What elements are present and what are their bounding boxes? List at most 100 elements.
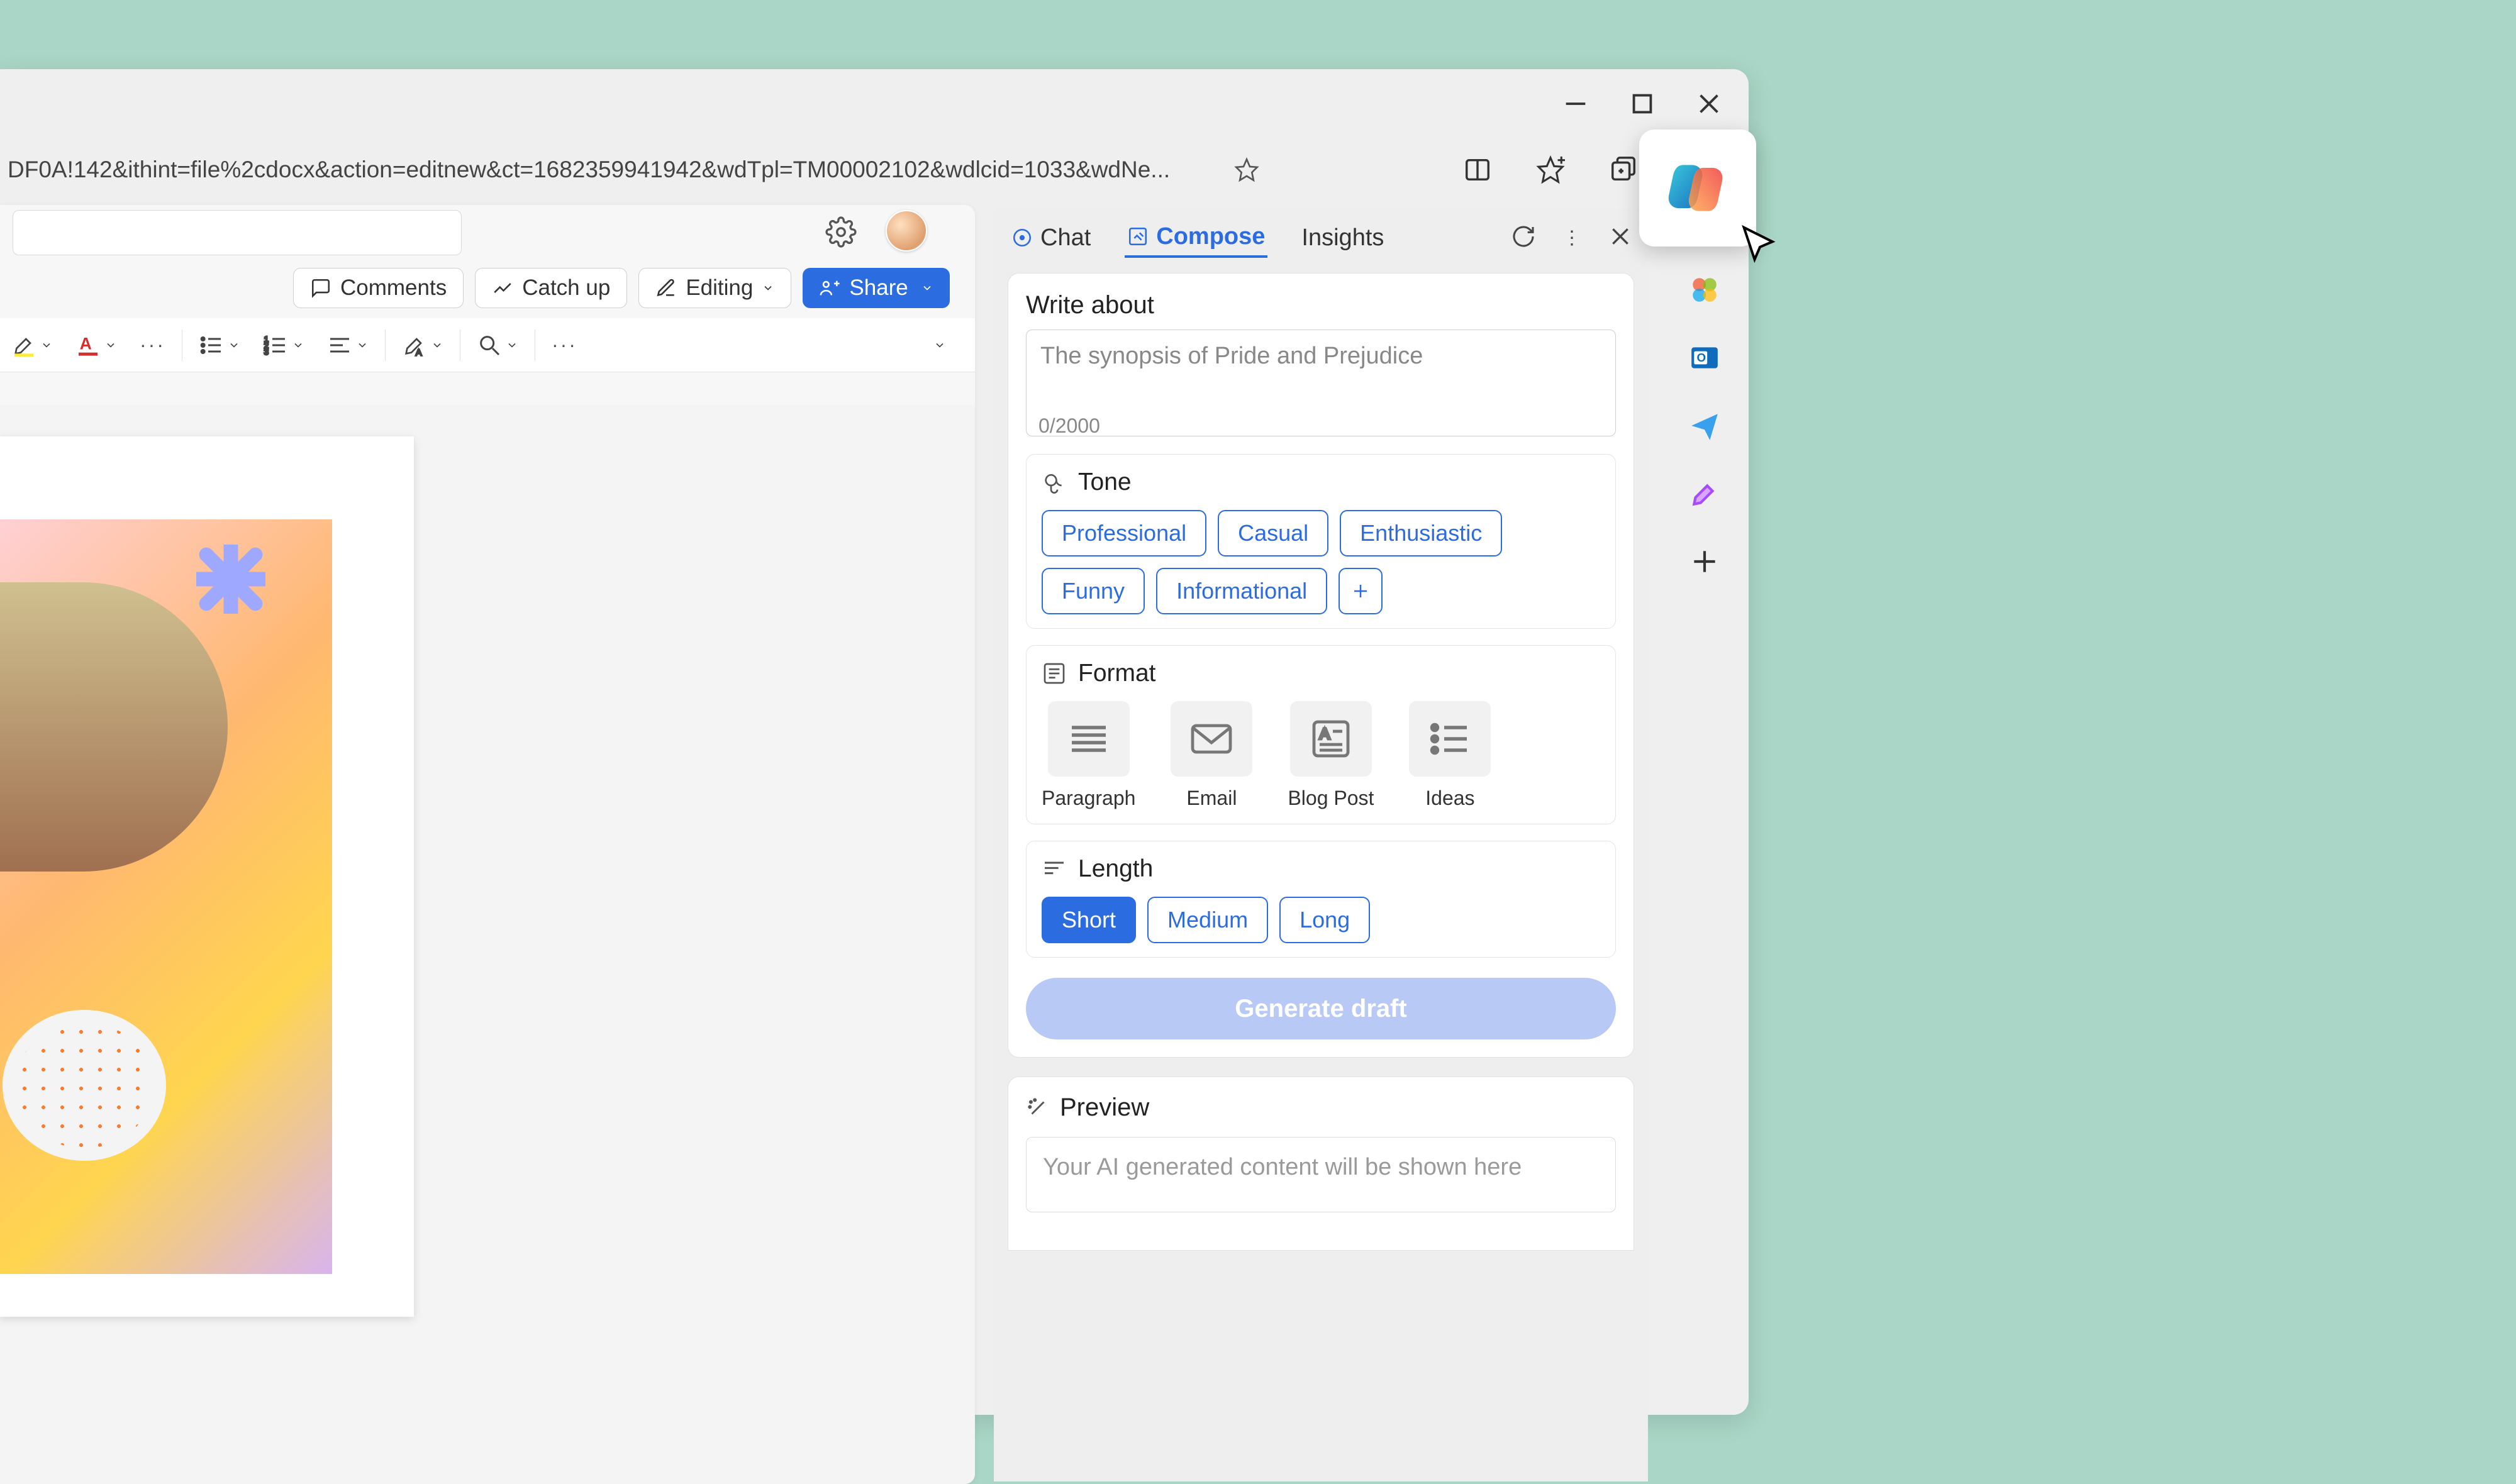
styles-button[interactable]: A	[391, 333, 455, 358]
format-paragraph[interactable]: Paragraph	[1042, 701, 1135, 810]
format-card: Format Paragraph Email A Blog Post Ideas	[1026, 645, 1616, 824]
preview-output: Your AI generated content will be shown …	[1026, 1137, 1616, 1212]
ribbon-divider	[385, 329, 386, 361]
split-screen-icon[interactable]	[1463, 155, 1492, 184]
ribbon-more-icon-2[interactable]: ···	[540, 333, 589, 357]
word-actions: Comments Catch up Editing Share	[293, 268, 950, 308]
word-search-input[interactable]	[13, 210, 462, 255]
length-chip-long[interactable]: Long	[1279, 897, 1370, 943]
editing-button[interactable]: Editing	[638, 268, 791, 308]
copilot-sidebar: Chat Compose Insights ⋮ Write about 0/20…	[994, 209, 1648, 1481]
ribbon-collapse-icon[interactable]	[922, 339, 957, 352]
catch-up-button[interactable]: Catch up	[475, 268, 627, 308]
tab-insights-label: Insights	[1301, 224, 1384, 252]
format-ideas[interactable]: Ideas	[1409, 701, 1491, 810]
tab-insights[interactable]: Insights	[1299, 219, 1386, 257]
strip-icon-designer[interactable]	[1689, 478, 1720, 509]
length-chip-short[interactable]: Short	[1042, 897, 1136, 943]
tab-chat-label: Chat	[1040, 224, 1091, 252]
dotted-blob-decoration	[3, 1010, 166, 1161]
tone-chip-informational[interactable]: Informational	[1156, 568, 1327, 614]
tone-card: Tone Professional Casual Enthusiastic Fu…	[1026, 454, 1616, 629]
format-email[interactable]: Email	[1171, 701, 1252, 810]
tab-compose[interactable]: Compose	[1125, 218, 1267, 258]
bullets-button[interactable]	[187, 333, 252, 358]
comments-button[interactable]: Comments	[293, 268, 464, 308]
preview-panel: Preview Your AI generated content will b…	[1008, 1077, 1634, 1251]
tone-chip-funny[interactable]: Funny	[1042, 568, 1145, 614]
sidebar-more-icon[interactable]: ⋮	[1562, 227, 1581, 249]
close-sidebar-icon[interactable]	[1608, 224, 1633, 252]
svg-text:O: O	[1697, 351, 1706, 364]
cursor-icon	[1739, 224, 1781, 267]
tone-icon	[1042, 470, 1067, 495]
document-page[interactable]	[0, 436, 414, 1317]
font-color-button[interactable]: A	[64, 333, 128, 358]
document-content-image	[0, 519, 332, 1274]
svg-text:A: A	[1320, 726, 1330, 743]
length-label: Length	[1078, 855, 1153, 883]
browser-window: DF0A!142&ithint=file%2cdocx&action=editn…	[0, 69, 1749, 1415]
share-button[interactable]: Share	[803, 268, 949, 308]
length-card: Length Short Medium Long	[1026, 841, 1616, 958]
svg-text:A: A	[80, 334, 92, 353]
preview-label: Preview	[1060, 1094, 1149, 1122]
svg-text:A: A	[416, 347, 422, 357]
maximize-button[interactable]	[1628, 89, 1657, 118]
format-label: Format	[1078, 660, 1156, 687]
comments-label: Comments	[340, 275, 447, 301]
asterisk-decoration	[196, 545, 265, 614]
settings-icon[interactable]	[825, 216, 857, 248]
find-button[interactable]	[465, 333, 530, 358]
tone-chip-add[interactable]	[1339, 568, 1383, 614]
strip-icon-send[interactable]	[1689, 410, 1720, 441]
format-paragraph-label: Paragraph	[1042, 787, 1135, 810]
tone-chip-enthusiastic[interactable]: Enthusiastic	[1340, 510, 1502, 556]
format-icon	[1042, 661, 1067, 686]
format-blog-label: Blog Post	[1288, 787, 1374, 810]
address-bar-row: DF0A!142&ithint=file%2cdocx&action=editn…	[0, 145, 1711, 195]
favorites-icon[interactable]	[1536, 155, 1565, 184]
tab-chat[interactable]: Chat	[1009, 219, 1093, 257]
word-top: Comments Catch up Editing Share	[0, 205, 975, 294]
photo-placeholder	[0, 582, 228, 872]
share-label: Share	[849, 275, 908, 301]
word-app: Comments Catch up Editing Share A ··· 12…	[0, 205, 975, 1484]
edge-sidebar-strip: O	[1674, 206, 1735, 577]
close-window-button[interactable]	[1695, 89, 1723, 118]
user-avatar[interactable]	[886, 210, 927, 252]
preview-icon	[1026, 1096, 1050, 1120]
strip-icon-outlook[interactable]: O	[1689, 342, 1720, 374]
length-chip-medium[interactable]: Medium	[1147, 897, 1268, 943]
copilot-icon	[1663, 153, 1732, 223]
align-button[interactable]	[316, 333, 380, 358]
format-blog[interactable]: A Blog Post	[1288, 701, 1374, 810]
document-area	[0, 405, 975, 1484]
compose-panel: Write about 0/2000 Tone Professional Cas…	[1008, 273, 1634, 1058]
refresh-icon[interactable]	[1511, 224, 1536, 252]
minimize-button[interactable]	[1561, 89, 1590, 118]
length-icon	[1042, 856, 1067, 882]
sidebar-header: Chat Compose Insights ⋮	[994, 209, 1648, 267]
char-counter: 0/2000	[1038, 414, 1616, 438]
tone-chip-professional[interactable]: Professional	[1042, 510, 1206, 556]
write-about-label: Write about	[1026, 291, 1616, 319]
editing-label: Editing	[686, 275, 753, 301]
highlight-color-button[interactable]	[0, 333, 64, 358]
generate-draft-button[interactable]: Generate draft	[1026, 978, 1616, 1039]
format-ideas-label: Ideas	[1425, 787, 1474, 810]
format-email-label: Email	[1186, 787, 1237, 810]
word-ribbon: A ··· 123 A ···	[0, 318, 975, 372]
address-bar[interactable]: DF0A!142&ithint=file%2cdocx&action=editn…	[0, 148, 1271, 192]
ribbon-more-icon-1[interactable]: ···	[128, 333, 177, 357]
favorite-star-icon[interactable]	[1234, 157, 1259, 182]
catch-up-label: Catch up	[522, 275, 610, 301]
window-controls	[1561, 89, 1723, 118]
numbering-button[interactable]: 123	[252, 333, 316, 358]
tab-compose-label: Compose	[1156, 223, 1265, 250]
svg-text:3: 3	[264, 347, 269, 357]
tone-chip-casual[interactable]: Casual	[1218, 510, 1328, 556]
collections-icon[interactable]	[1609, 155, 1638, 184]
strip-icon-m365[interactable]	[1689, 274, 1720, 306]
strip-icon-add[interactable]	[1689, 546, 1720, 577]
